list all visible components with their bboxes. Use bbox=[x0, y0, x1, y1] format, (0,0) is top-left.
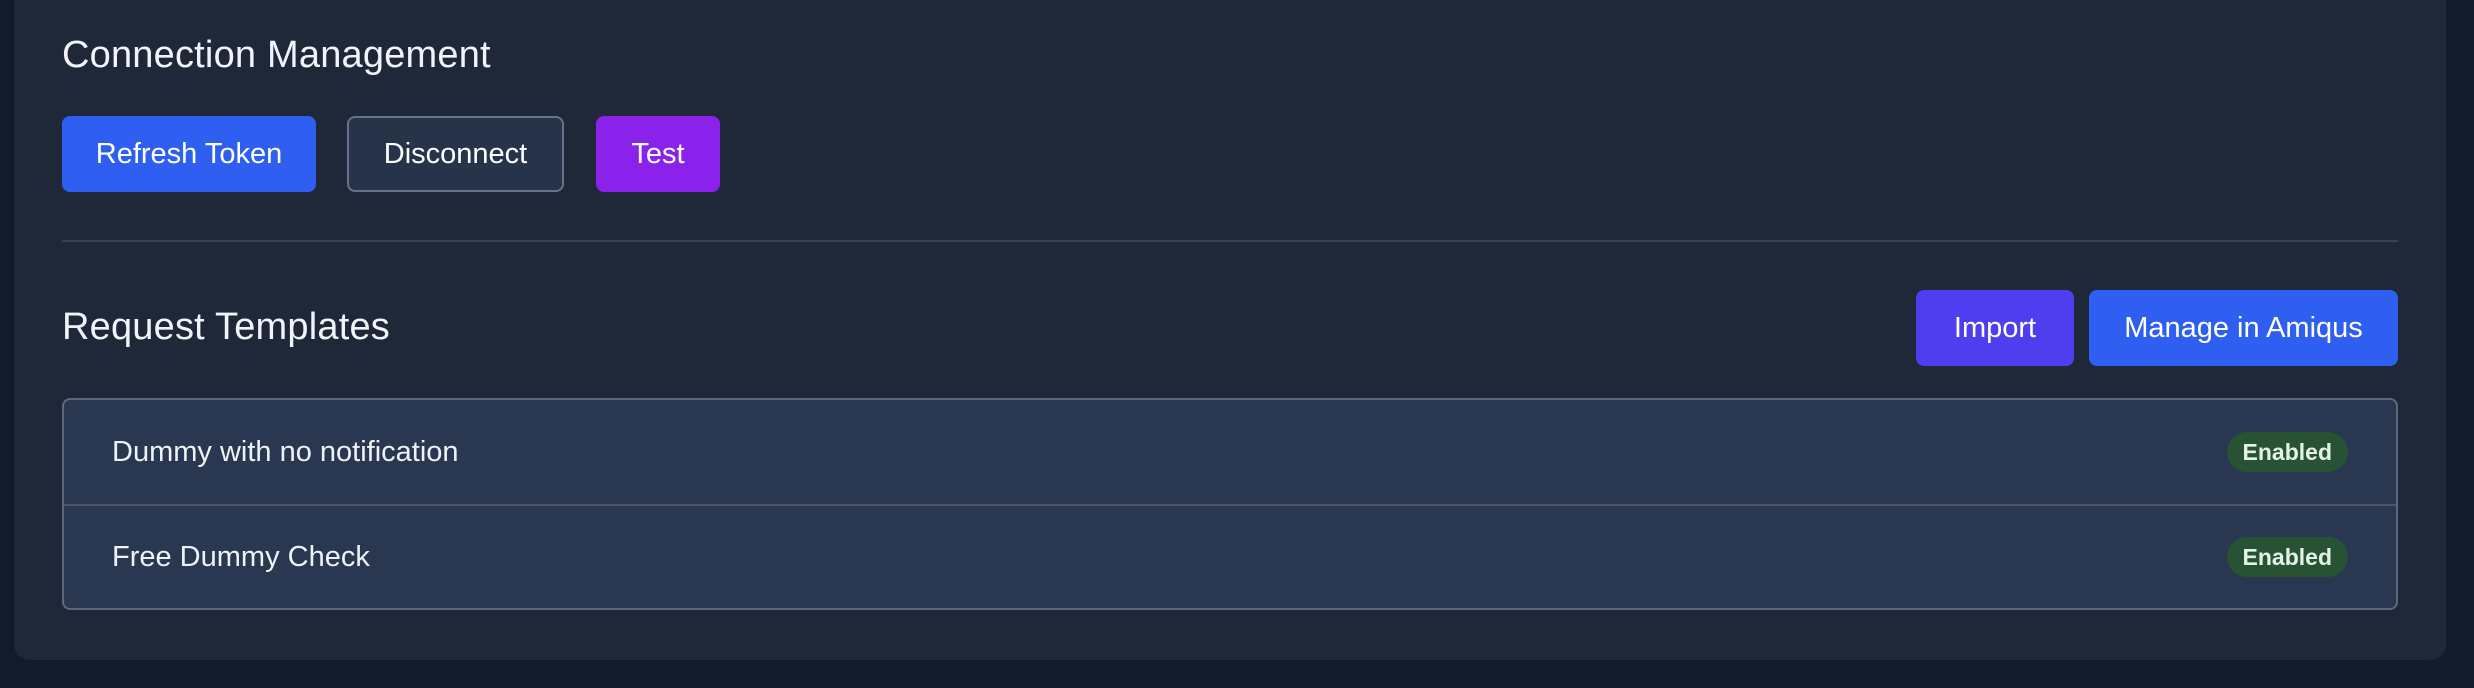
template-list: Dummy with no notification Enabled Free … bbox=[62, 398, 2398, 610]
manage-in-amiqus-button[interactable]: Manage in Amiqus bbox=[2089, 290, 2398, 366]
settings-panel: Connection Management Refresh Token Disc… bbox=[14, 0, 2446, 660]
request-templates-title: Request Templates bbox=[62, 306, 390, 348]
section-divider bbox=[62, 240, 2398, 242]
template-name: Dummy with no notification bbox=[112, 435, 459, 468]
import-button[interactable]: Import bbox=[1916, 290, 2074, 366]
refresh-token-button[interactable]: Refresh Token bbox=[62, 116, 316, 192]
template-row[interactable]: Dummy with no notification Enabled bbox=[64, 400, 2396, 504]
disconnect-button[interactable]: Disconnect bbox=[347, 116, 564, 192]
template-row[interactable]: Free Dummy Check Enabled bbox=[64, 504, 2396, 608]
template-name: Free Dummy Check bbox=[112, 540, 370, 573]
status-badge: Enabled bbox=[2226, 537, 2348, 577]
status-badge: Enabled bbox=[2226, 432, 2348, 472]
connection-management-title: Connection Management bbox=[62, 34, 491, 76]
test-button[interactable]: Test bbox=[596, 116, 720, 192]
